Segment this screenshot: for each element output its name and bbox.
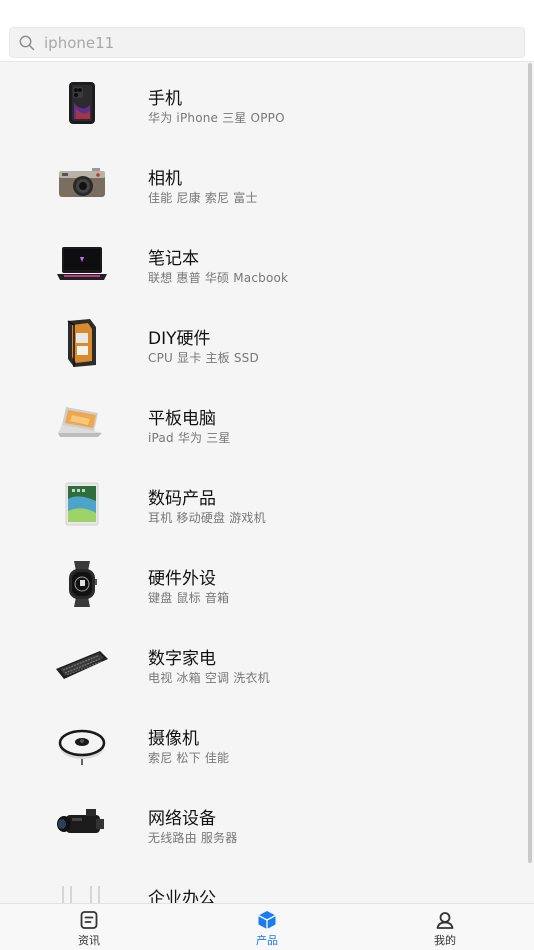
tablet-icon [52, 473, 112, 533]
category-title: 网络设备 [148, 809, 216, 829]
category-title: DIY硬件 [148, 329, 211, 349]
tab-products[interactable]: 产品 [178, 904, 356, 950]
camera-icon [52, 153, 112, 213]
search-bar[interactable] [9, 27, 525, 58]
office-icon [52, 873, 112, 903]
category-item-peripherals[interactable]: 硬件外设 键盘 鼠标 音箱 [0, 543, 528, 623]
top-bar [0, 0, 534, 62]
category-subtitle: 联想 惠普 华硕 Macbook [148, 271, 289, 285]
category-subtitle: 耳机 移动硬盘 游戏机 [148, 511, 266, 525]
category-item-network-devices[interactable]: 网络设备 无线路由 服务器 [0, 783, 528, 863]
tab-profile[interactable]: 我的 [356, 904, 534, 950]
category-title: 企业办公 [148, 889, 216, 903]
search-input[interactable] [44, 33, 484, 52]
product-cube-icon [258, 911, 276, 929]
category-title: 手机 [148, 89, 182, 109]
category-title: 数字家电 [148, 649, 216, 669]
robot-vacuum-icon [52, 713, 112, 773]
phone-icon [52, 73, 112, 133]
category-item-home-appliances[interactable]: 数字家电 电视 冰箱 空调 洗衣机 [0, 623, 528, 703]
category-title: 相机 [148, 169, 182, 189]
category-subtitle: iPad 华为 三星 [148, 431, 231, 445]
news-icon [80, 911, 98, 929]
profile-icon [436, 912, 454, 929]
camcorder-icon [52, 793, 112, 853]
tab-label: 我的 [434, 934, 456, 947]
category-item-laptop[interactable]: 笔记本 联想 惠普 华硕 Macbook [0, 223, 528, 303]
category-subtitle: 佳能 尼康 索尼 富士 [148, 191, 258, 205]
category-subtitle: 无线路由 服务器 [148, 831, 238, 845]
laptop-icon [52, 233, 112, 293]
category-item-diy-hardware[interactable]: DIY硬件 CPU 显卡 主板 SSD [0, 303, 528, 383]
list-scrollbar[interactable] [528, 63, 532, 863]
category-item-office[interactable]: 企业办公 [0, 863, 528, 903]
bottom-tab-bar: 资讯 产品 我的 [0, 903, 534, 950]
tab-news[interactable]: 资讯 [0, 904, 178, 950]
category-title: 笔记本 [148, 249, 199, 269]
category-title: 硬件外设 [148, 569, 216, 589]
pc-case-icon [52, 313, 112, 373]
category-item-camcorder[interactable]: 摄像机 索尼 松下 佳能 [0, 703, 528, 783]
category-subtitle: 电视 冰箱 空调 洗衣机 [148, 671, 270, 685]
category-list[interactable]: 手机 华为 iPhone 三星 OPPO 相机 佳能 尼康 索尼 富士 笔记本 … [0, 63, 528, 903]
category-item-phone[interactable]: 手机 华为 iPhone 三星 OPPO [0, 63, 528, 143]
tab-label: 资讯 [78, 934, 100, 947]
category-item-digital-products[interactable]: 数码产品 耳机 移动硬盘 游戏机 [0, 463, 528, 543]
keyboard-icon [52, 633, 112, 693]
category-subtitle: 华为 iPhone 三星 OPPO [148, 111, 285, 125]
category-item-camera[interactable]: 相机 佳能 尼康 索尼 富士 [0, 143, 528, 223]
tab-label: 产品 [256, 934, 278, 947]
smartwatch-icon [52, 553, 112, 613]
category-title: 数码产品 [148, 489, 216, 509]
category-item-tablet-pc[interactable]: 平板电脑 iPad 华为 三星 [0, 383, 528, 463]
category-subtitle: 索尼 松下 佳能 [148, 751, 230, 765]
search-icon [19, 35, 35, 50]
category-title: 摄像机 [148, 729, 199, 749]
category-subtitle: CPU 显卡 主板 SSD [148, 351, 259, 365]
convertible-laptop-icon [52, 393, 112, 453]
category-title: 平板电脑 [148, 409, 216, 429]
category-subtitle: 键盘 鼠标 音箱 [148, 591, 230, 605]
